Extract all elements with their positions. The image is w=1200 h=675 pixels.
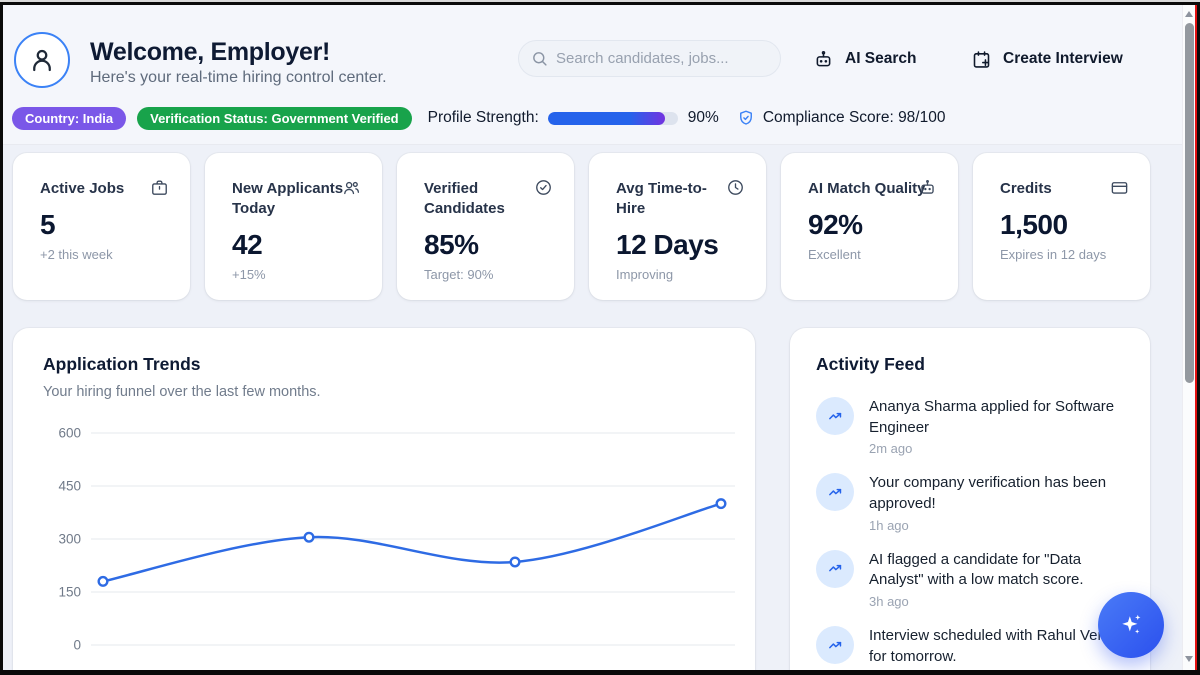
stat-label: Avg Time-to-Hire	[616, 179, 734, 219]
trending-up-icon	[816, 397, 854, 435]
stat-card-credits: Credits 1,500 Expires in 12 days	[973, 153, 1150, 300]
stat-value: 92%	[808, 209, 936, 241]
trending-up-icon	[816, 473, 854, 511]
search-icon	[531, 50, 548, 67]
stat-card-avg-time-to-hire: Avg Time-to-Hire 12 Days Improving	[589, 153, 766, 300]
application-trends-card: Application Trends Your hiring funnel ov…	[13, 328, 755, 670]
country-badge: Country: India	[12, 107, 126, 130]
feed-item: Interview scheduled with Rahul Verma for…	[816, 626, 1124, 667]
main-row: Application Trends Your hiring funnel ov…	[13, 328, 1150, 670]
page-subtitle: Here's your real-time hiring control cen…	[90, 69, 387, 87]
stat-sub: Improving	[616, 267, 744, 282]
stat-label: Active Jobs	[40, 179, 158, 199]
stat-value: 12 Days	[616, 229, 744, 261]
status-row: Country: India Verification Status: Gove…	[12, 106, 945, 130]
svg-text:300: 300	[58, 532, 81, 547]
ai-search-label: AI Search	[845, 50, 917, 68]
ai-assistant-fab[interactable]	[1098, 592, 1164, 658]
stat-value: 5	[40, 209, 168, 241]
application-trends-chart: 600 450 300 150 0	[43, 412, 725, 657]
shield-check-icon	[737, 109, 755, 127]
search-bar[interactable]	[518, 40, 781, 77]
stat-card-ai-match-quality: AI Match Quality 92% Excellent	[781, 153, 958, 300]
bot-icon	[813, 49, 834, 70]
feed-item-time: 1h ago	[869, 518, 1124, 533]
feed-item-text: AI flagged a candidate for "Data Analyst…	[869, 550, 1124, 591]
stat-sub: +15%	[232, 267, 360, 282]
trending-up-icon	[816, 550, 854, 588]
stat-card-active-jobs: Active Jobs 5 +2 this week	[13, 153, 190, 300]
check-circle-icon	[534, 178, 553, 197]
stat-sub: Excellent	[808, 247, 936, 262]
stat-sub: +2 this week	[40, 247, 168, 262]
stat-sub: Target: 90%	[424, 267, 552, 282]
verification-badge: Verification Status: Government Verified	[137, 107, 412, 130]
avatar[interactable]	[14, 32, 70, 88]
clock-icon	[726, 178, 745, 197]
svg-text:0: 0	[73, 638, 81, 653]
credit-card-icon	[1110, 178, 1129, 197]
screenshot-frame: Welcome, Employer! Here's your real-time…	[0, 0, 1200, 675]
profile-strength-fill	[548, 112, 665, 125]
stat-label: Credits	[1000, 179, 1118, 199]
stat-label: AI Match Quality	[808, 179, 926, 199]
profile-strength-label: Profile Strength:	[428, 109, 539, 127]
profile-strength-bar	[548, 112, 678, 125]
feed-item-text: Ananya Sharma applied for Software Engin…	[869, 397, 1124, 438]
stat-value: 85%	[424, 229, 552, 261]
feed-item: Ananya Sharma applied for Software Engin…	[816, 397, 1124, 456]
scroll-up-arrow[interactable]	[1185, 11, 1193, 17]
stat-value: 1,500	[1000, 209, 1128, 241]
scroll-down-arrow[interactable]	[1185, 656, 1193, 662]
calendar-plus-icon	[971, 49, 992, 70]
svg-text:150: 150	[58, 585, 81, 600]
stat-sub: Expires in 12 days	[1000, 247, 1128, 262]
feed-item-text: Interview scheduled with Rahul Verma for…	[869, 626, 1124, 667]
feed-item: Your company verification has been appro…	[816, 473, 1124, 532]
activity-feed-title: Activity Feed	[816, 354, 1124, 375]
employer-dashboard: Welcome, Employer! Here's your real-time…	[3, 5, 1197, 670]
stat-cards-row: Active Jobs 5 +2 this week New Applicant…	[13, 153, 1150, 300]
feed-item-text: Your company verification has been appro…	[869, 473, 1124, 514]
ai-search-button[interactable]: AI Search	[813, 43, 917, 75]
feed-item-time: 3h ago	[869, 594, 1124, 609]
activity-feed-list: Ananya Sharma applied for Software Engin…	[816, 397, 1124, 668]
user-icon	[27, 45, 57, 75]
stat-value: 42	[232, 229, 360, 261]
sparkles-icon	[1117, 611, 1145, 639]
stat-card-verified-candidates: Verified Candidates 85% Target: 90%	[397, 153, 574, 300]
stat-label: New Applicants Today	[232, 179, 350, 219]
briefcase-icon	[150, 178, 169, 197]
stat-label: Verified Candidates	[424, 179, 542, 219]
svg-text:450: 450	[58, 479, 81, 494]
vertical-scrollbar[interactable]	[1182, 5, 1195, 670]
create-interview-button[interactable]: Create Interview	[971, 43, 1123, 75]
bot-icon	[918, 178, 937, 197]
trending-up-icon	[816, 626, 854, 664]
scrollbar-thumb[interactable]	[1185, 23, 1194, 383]
stat-card-new-applicants: New Applicants Today 42 +15%	[205, 153, 382, 300]
frame-top-line	[0, 0, 1200, 2]
chart-subtitle: Your hiring funnel over the last few mon…	[43, 384, 725, 400]
compliance-score: Compliance Score: 98/100	[763, 109, 946, 127]
screen-edge-line	[1195, 5, 1197, 670]
feed-item: AI flagged a candidate for "Data Analyst…	[816, 550, 1124, 609]
svg-text:600: 600	[58, 426, 81, 441]
profile-strength-percent: 90%	[688, 109, 719, 127]
create-interview-label: Create Interview	[1003, 50, 1123, 68]
users-icon	[342, 178, 361, 197]
page-title: Welcome, Employer!	[90, 38, 330, 67]
chart-title: Application Trends	[43, 354, 725, 375]
feed-item-time: 2m ago	[869, 441, 1124, 456]
activity-feed-card: Activity Feed Ananya Sharma applied for …	[790, 328, 1150, 670]
search-input[interactable]	[556, 50, 768, 67]
